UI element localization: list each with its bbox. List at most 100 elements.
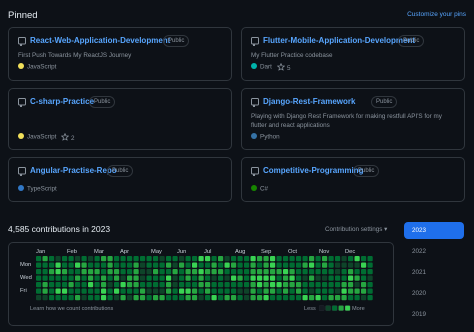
contribution-day-cell[interactable] — [315, 262, 321, 268]
contribution-day-cell[interactable] — [309, 288, 315, 294]
contribution-day-cell[interactable] — [120, 295, 126, 301]
contribution-day-cell[interactable] — [120, 275, 126, 281]
contribution-day-cell[interactable] — [205, 269, 211, 275]
year-link-2020[interactable]: 2020 — [404, 285, 464, 302]
contribution-day-cell[interactable] — [198, 256, 204, 262]
contribution-day-cell[interactable] — [270, 269, 276, 275]
contribution-day-cell[interactable] — [283, 262, 289, 268]
contribution-day-cell[interactable] — [127, 282, 133, 288]
contribution-day-cell[interactable] — [205, 262, 211, 268]
contribution-day-cell[interactable] — [55, 256, 61, 262]
contribution-day-cell[interactable] — [114, 288, 120, 294]
contribution-day-cell[interactable] — [42, 256, 48, 262]
contribution-day-cell[interactable] — [94, 275, 100, 281]
contribution-day-cell[interactable] — [81, 295, 87, 301]
contribution-day-cell[interactable] — [94, 295, 100, 301]
contribution-day-cell[interactable] — [328, 295, 334, 301]
contribution-day-cell[interactable] — [296, 256, 302, 262]
contribution-day-cell[interactable] — [75, 256, 81, 262]
contribution-day-cell[interactable] — [322, 282, 328, 288]
contribution-day-cell[interactable] — [283, 282, 289, 288]
contribution-day-cell[interactable] — [185, 256, 191, 262]
contribution-day-cell[interactable] — [159, 288, 165, 294]
contribution-day-cell[interactable] — [114, 295, 120, 301]
contribution-day-cell[interactable] — [296, 282, 302, 288]
contribution-day-cell[interactable] — [250, 295, 256, 301]
contribution-day-cell[interactable] — [185, 295, 191, 301]
contribution-day-cell[interactable] — [348, 282, 354, 288]
contribution-day-cell[interactable] — [289, 282, 295, 288]
contribution-day-cell[interactable] — [315, 275, 321, 281]
contribution-day-cell[interactable] — [296, 269, 302, 275]
customize-pins-link[interactable]: Customize your pins — [407, 11, 466, 18]
repo-name-link[interactable]: Competitive-Programming — [263, 166, 363, 175]
contribution-day-cell[interactable] — [94, 288, 100, 294]
contribution-day-cell[interactable] — [166, 269, 172, 275]
contribution-day-cell[interactable] — [335, 275, 341, 281]
contribution-day-cell[interactable] — [348, 269, 354, 275]
contribution-day-cell[interactable] — [348, 275, 354, 281]
contribution-day-cell[interactable] — [263, 288, 269, 294]
contribution-day-cell[interactable] — [88, 256, 94, 262]
contribution-day-cell[interactable] — [302, 288, 308, 294]
contribution-day-cell[interactable] — [153, 256, 159, 262]
contribution-day-cell[interactable] — [146, 295, 152, 301]
contribution-day-cell[interactable] — [101, 256, 107, 262]
contribution-day-cell[interactable] — [205, 295, 211, 301]
contribution-day-cell[interactable] — [68, 256, 74, 262]
contribution-day-cell[interactable] — [120, 256, 126, 262]
contribution-day-cell[interactable] — [341, 282, 347, 288]
contribution-day-cell[interactable] — [237, 262, 243, 268]
contribution-day-cell[interactable] — [42, 282, 48, 288]
contribution-day-cell[interactable] — [270, 275, 276, 281]
contribution-day-cell[interactable] — [140, 275, 146, 281]
contribution-day-cell[interactable] — [341, 262, 347, 268]
contribution-day-cell[interactable] — [185, 275, 191, 281]
contribution-day-cell[interactable] — [322, 288, 328, 294]
contribution-day-cell[interactable] — [328, 282, 334, 288]
contribution-day-cell[interactable] — [198, 262, 204, 268]
contribution-day-cell[interactable] — [244, 269, 250, 275]
contribution-day-cell[interactable] — [224, 295, 230, 301]
contribution-day-cell[interactable] — [328, 275, 334, 281]
contribution-day-cell[interactable] — [153, 288, 159, 294]
contribution-day-cell[interactable] — [367, 275, 373, 281]
contribution-day-cell[interactable] — [42, 262, 48, 268]
contribution-day-cell[interactable] — [107, 262, 113, 268]
contribution-day-cell[interactable] — [237, 275, 243, 281]
contribution-day-cell[interactable] — [244, 262, 250, 268]
contribution-day-cell[interactable] — [36, 295, 42, 301]
contribution-day-cell[interactable] — [42, 295, 48, 301]
contribution-day-cell[interactable] — [94, 262, 100, 268]
contribution-day-cell[interactable] — [120, 282, 126, 288]
contribution-day-cell[interactable] — [270, 256, 276, 262]
contribution-day-cell[interactable] — [309, 256, 315, 262]
contribution-day-cell[interactable] — [101, 262, 107, 268]
repo-name-link[interactable]: React-Web-Application-Development — [30, 36, 170, 45]
contribution-day-cell[interactable] — [192, 256, 198, 262]
contribution-day-cell[interactable] — [322, 295, 328, 301]
year-link-2023[interactable]: 2023 — [404, 222, 464, 239]
contribution-day-cell[interactable] — [361, 262, 367, 268]
contribution-day-cell[interactable] — [224, 282, 230, 288]
contribution-day-cell[interactable] — [62, 288, 68, 294]
contribution-day-cell[interactable] — [133, 295, 139, 301]
contribution-day-cell[interactable] — [283, 288, 289, 294]
year-link-2021[interactable]: 2021 — [404, 264, 464, 281]
contribution-day-cell[interactable] — [283, 295, 289, 301]
contribution-day-cell[interactable] — [263, 275, 269, 281]
contribution-day-cell[interactable] — [341, 288, 347, 294]
contribution-day-cell[interactable] — [296, 288, 302, 294]
contribution-day-cell[interactable] — [341, 256, 347, 262]
contribution-day-cell[interactable] — [250, 282, 256, 288]
contribution-day-cell[interactable] — [348, 288, 354, 294]
contribution-day-cell[interactable] — [348, 256, 354, 262]
contribution-day-cell[interactable] — [361, 275, 367, 281]
contribution-day-cell[interactable] — [361, 282, 367, 288]
contribution-day-cell[interactable] — [270, 262, 276, 268]
contribution-day-cell[interactable] — [127, 256, 133, 262]
contribution-day-cell[interactable] — [127, 262, 133, 268]
contribution-day-cell[interactable] — [367, 269, 373, 275]
contribution-day-cell[interactable] — [166, 262, 172, 268]
contribution-day-cell[interactable] — [224, 288, 230, 294]
